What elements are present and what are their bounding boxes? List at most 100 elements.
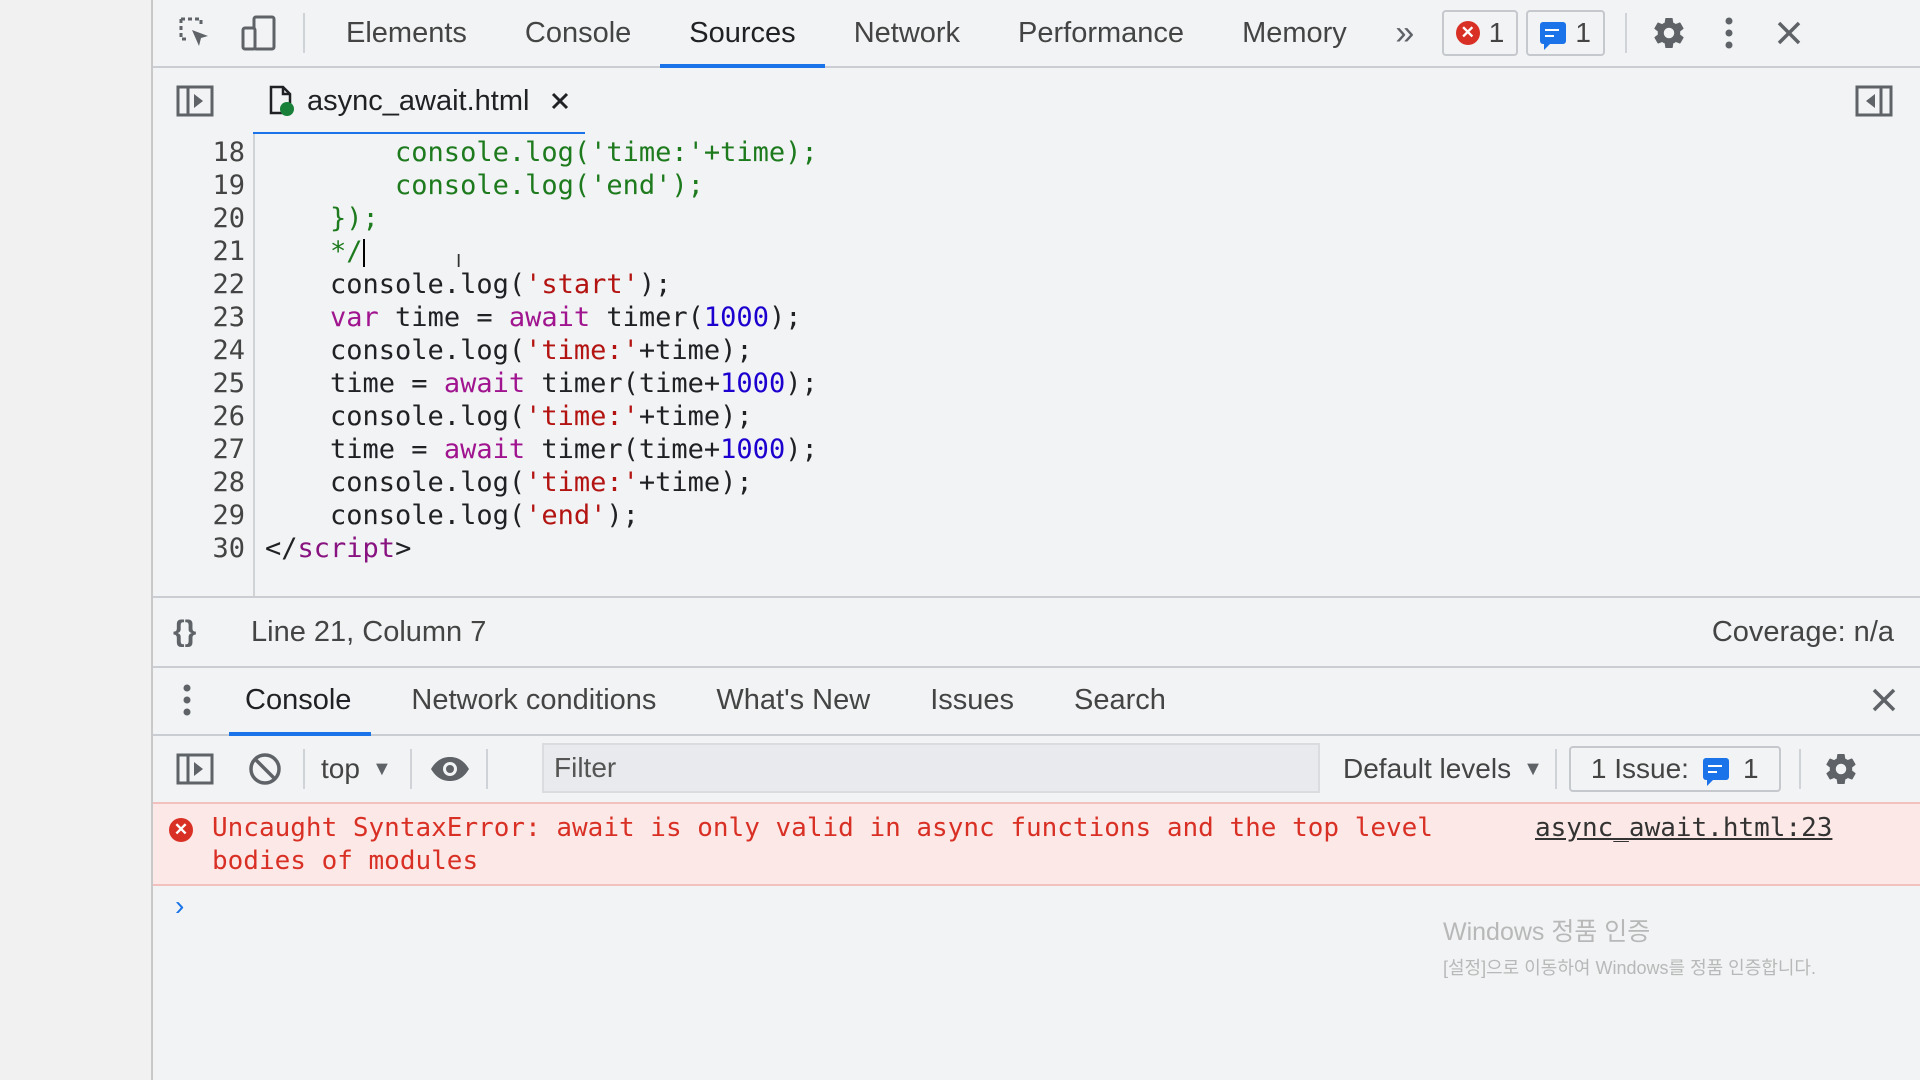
code-token: console.log( xyxy=(265,269,526,300)
code-token: time = xyxy=(378,302,509,333)
line-number[interactable]: 28 xyxy=(153,466,245,499)
drawer-tab-network-conditions[interactable]: Network conditions xyxy=(411,666,656,734)
code-token: 'time:' xyxy=(525,335,639,366)
line-number[interactable]: 23 xyxy=(153,301,245,334)
code-token: > xyxy=(395,533,412,564)
message-icon xyxy=(1540,22,1567,50)
cursor-position: Line 21, Column 7 xyxy=(251,615,487,648)
line-number[interactable]: 22 xyxy=(153,268,245,301)
code-token: var xyxy=(265,302,379,333)
code-token: await xyxy=(508,302,591,333)
error-icon: ✕ xyxy=(169,818,193,842)
toggle-navigator-icon[interactable] xyxy=(157,68,233,134)
devtools-panel: Elements Console Sources Network Performance… xyxy=(153,0,1920,1080)
code-text: time = await timer(time+1000); xyxy=(265,433,818,466)
line-number[interactable]: 21 xyxy=(153,235,245,268)
tab-performance[interactable]: Performance xyxy=(989,0,1213,66)
log-levels-dropdown[interactable]: Default levels ▼ xyxy=(1343,753,1543,785)
console-toolbar: top ▼ Filter Default levels ▼ 1 Issue: 1 xyxy=(153,736,1920,804)
message-count-badge[interactable]: 1 xyxy=(1526,10,1605,56)
console-filter-input[interactable]: Filter xyxy=(542,743,1320,793)
code-token: +time); xyxy=(638,335,753,366)
error-source-link[interactable]: async_await.html:23 xyxy=(1535,812,1832,845)
device-toolbar-icon[interactable] xyxy=(227,0,291,66)
code-token: timer(time+ xyxy=(525,434,721,465)
line-number[interactable]: 27 xyxy=(153,433,245,466)
line-number[interactable]: 20 xyxy=(153,202,245,235)
windows-activation-watermark: Windows 정품 인증 [설정]으로 이동하여 Windows를 정품 인증… xyxy=(1443,912,1816,980)
code-text: }); xyxy=(265,202,379,235)
close-devtools-icon[interactable] xyxy=(1759,0,1819,66)
tab-network[interactable]: Network xyxy=(825,0,989,66)
code-token: 'start' xyxy=(525,269,639,300)
toolbar-divider xyxy=(303,749,305,789)
text-caret xyxy=(362,238,365,267)
code-token: console.log( xyxy=(265,500,526,531)
error-count: 1 xyxy=(1488,17,1505,48)
drawer-tab-search[interactable]: Search xyxy=(1074,666,1166,734)
code-text: console.log('start'); xyxy=(265,268,671,301)
clear-console-icon[interactable] xyxy=(233,736,297,802)
issues-count: 1 xyxy=(1742,753,1759,784)
code-text: var time = await timer(1000); xyxy=(265,301,801,334)
message-count: 1 xyxy=(1575,17,1591,48)
toggle-debugger-sidebar-icon[interactable] xyxy=(1836,68,1912,134)
issues-badge[interactable]: 1 Issue: 1 xyxy=(1568,746,1781,792)
coverage-status[interactable]: Coverage: n/a xyxy=(1712,616,1894,649)
toolbar-divider xyxy=(1624,13,1627,53)
close-file-tab-icon[interactable] xyxy=(551,92,569,110)
sources-file-bar: async_await.html xyxy=(153,68,1920,136)
settings-gear-icon[interactable] xyxy=(1639,0,1699,66)
console-error-message: ✕ Uncaught SyntaxError: await is only va… xyxy=(153,802,1920,886)
tab-elements[interactable]: Elements xyxy=(317,0,496,66)
tab-memory[interactable]: Memory xyxy=(1213,0,1376,66)
file-tab-async-await[interactable]: async_await.html xyxy=(253,68,586,136)
code-text: */ xyxy=(265,235,365,268)
console-prompt[interactable]: › xyxy=(175,890,184,922)
drawer-tab-issues[interactable]: Issues xyxy=(930,666,1014,734)
code-token: ); xyxy=(638,269,672,300)
line-number[interactable]: 29 xyxy=(153,499,245,532)
code-token: 1000 xyxy=(703,302,769,333)
context-selector-value: top xyxy=(321,753,360,784)
code-token: console.log( xyxy=(265,467,526,498)
watermark-subtitle: [설정]으로 이동하여 Windows를 정품 인증합니다. xyxy=(1443,958,1816,978)
live-expression-eye-icon[interactable] xyxy=(420,736,480,802)
more-tabs-chevron-icon[interactable]: » xyxy=(1380,0,1430,66)
close-drawer-icon[interactable] xyxy=(1854,666,1914,734)
code-text: </script> xyxy=(265,532,411,565)
code-text: console.log('time:'+time); xyxy=(265,136,818,169)
file-tab-label: async_await.html xyxy=(307,84,530,117)
drawer-tab-console[interactable]: Console xyxy=(228,666,372,736)
code-token: console.log('time:'+time); xyxy=(265,137,818,168)
code-token: 1000 xyxy=(720,434,786,465)
page-background-strip xyxy=(0,0,153,1080)
code-token: ); xyxy=(606,500,639,531)
line-number[interactable]: 25 xyxy=(153,367,245,400)
error-count-badge[interactable]: ✕ 1 xyxy=(1441,10,1519,56)
code-token: </ xyxy=(265,533,298,564)
code-editor[interactable]: 18 console.log('time:'+time); 19 console.… xyxy=(153,134,1920,596)
code-token: 1000 xyxy=(720,368,786,399)
line-number[interactable]: 18 xyxy=(153,136,245,169)
drawer-menu-icon[interactable] xyxy=(157,666,217,734)
tab-sources[interactable]: Sources xyxy=(660,0,826,68)
inspect-element-icon[interactable] xyxy=(163,0,227,66)
more-options-icon[interactable] xyxy=(1699,0,1759,66)
code-text: time = await timer(time+1000); xyxy=(265,367,818,400)
toggle-console-sidebar-icon[interactable] xyxy=(157,736,233,802)
line-number[interactable]: 30 xyxy=(153,532,245,565)
console-settings-gear-icon[interactable] xyxy=(1819,736,1863,802)
code-text: console.log('end'); xyxy=(265,499,639,532)
line-number[interactable]: 24 xyxy=(153,334,245,367)
pretty-print-icon[interactable]: {} xyxy=(173,615,225,649)
context-selector[interactable]: top ▼ xyxy=(311,753,402,785)
code-token: console.log('end'); xyxy=(265,170,704,201)
toolbar-divider xyxy=(485,749,488,789)
line-number[interactable]: 26 xyxy=(153,400,245,433)
drawer-tab-what-s-new[interactable]: What's New xyxy=(716,666,870,734)
line-number[interactable]: 19 xyxy=(153,169,245,202)
main-tab-list: Elements Console Sources Network Performance… xyxy=(317,0,1376,68)
code-token: ); xyxy=(785,368,818,399)
tab-console[interactable]: Console xyxy=(496,0,660,66)
